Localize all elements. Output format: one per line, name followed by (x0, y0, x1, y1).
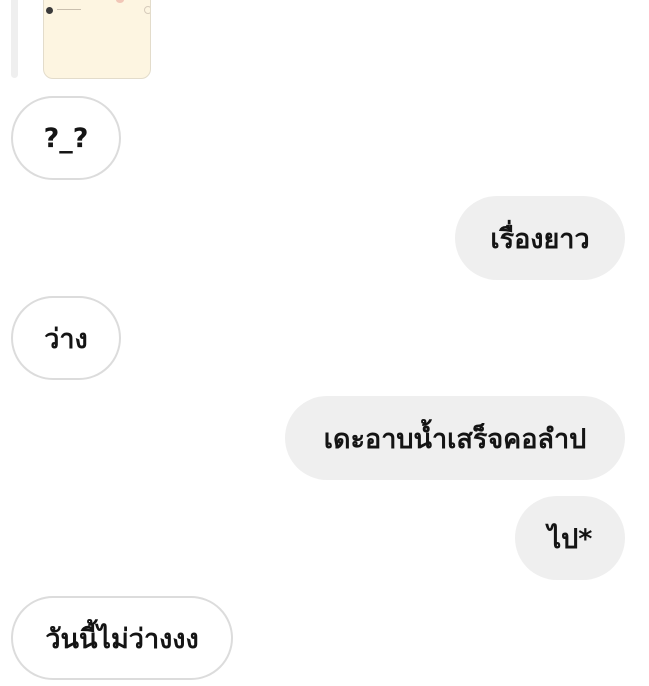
message-text: ว่าง (44, 323, 88, 355)
avatar-dot (46, 7, 53, 14)
message-text: วันนี้ไม่ว่างงง (45, 623, 199, 655)
message-bubble-sent[interactable]: เรื่องยาว (455, 196, 625, 280)
message-bubble-sent[interactable]: ไป* (515, 496, 625, 580)
message-text: เดะอาบน้ำเสร็จคอลำป (323, 423, 587, 455)
shared-post-thumbnail[interactable] (43, 0, 151, 79)
message-text: เรื่องยาว (490, 223, 590, 255)
thumbnail-decoration (116, 0, 124, 3)
message-bubble-received[interactable]: ?_? (11, 96, 121, 180)
message-text: ?_? (43, 122, 89, 154)
message-bubble-received[interactable]: วันนี้ไม่ว่างงง (11, 596, 233, 680)
message-text: ไป* (547, 523, 593, 555)
reply-indicator-bar (11, 0, 18, 78)
message-bubble-sent[interactable]: เดะอาบน้ำเสร็จคอลำป (285, 396, 625, 480)
thumbnail-decoration (144, 6, 150, 14)
message-bubble-received[interactable]: ว่าง (11, 296, 121, 380)
thumbnail-text-line (57, 9, 81, 13)
